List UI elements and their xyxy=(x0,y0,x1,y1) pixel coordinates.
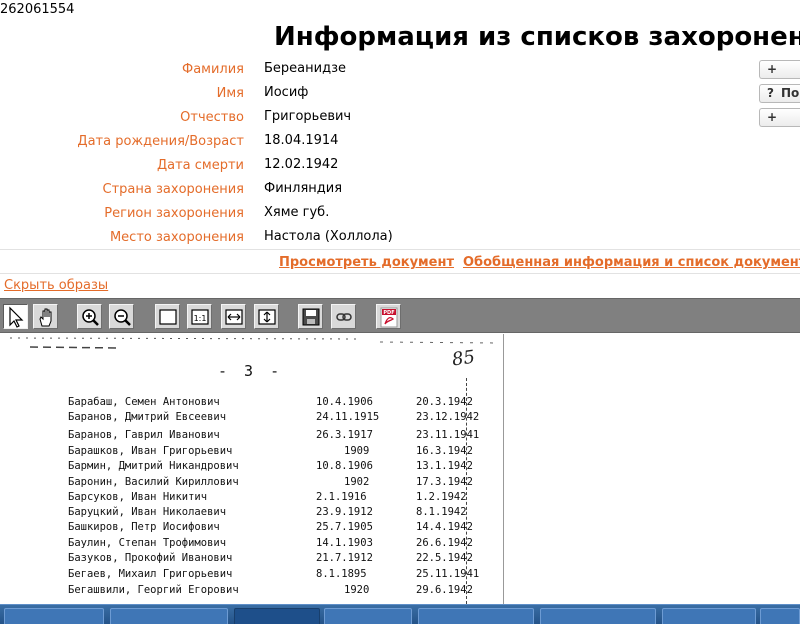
label-first-name: Имя xyxy=(216,86,244,101)
label-burial-place: Место захоронения xyxy=(109,230,244,245)
fit-width-icon xyxy=(225,309,243,325)
value-patronymic: Григорьевич xyxy=(264,109,352,124)
zoom-out-button[interactable] xyxy=(109,304,134,329)
fit-page-icon xyxy=(159,309,177,325)
floppy-disk-icon xyxy=(302,308,320,326)
zoom-out-icon xyxy=(114,309,131,326)
list-item: Бегашвили, Георгий Егорович 1920 29.6.1942 xyxy=(68,584,473,596)
divider xyxy=(0,273,800,274)
record-id: 262061554 xyxy=(0,2,75,17)
fit-height-icon xyxy=(258,309,276,325)
info-row-surname: Фамилия Береанидзе xyxy=(0,58,760,82)
hide-images-link[interactable]: Скрыть образы xyxy=(4,278,108,293)
taskbar-window[interactable] xyxy=(760,608,800,624)
summary-documents-link[interactable]: Обобщенная информация и список документо… xyxy=(463,255,800,270)
plus-icon: + xyxy=(767,110,778,124)
label-burial-country: Страна захоронения xyxy=(102,182,244,197)
taskbar-window[interactable] xyxy=(324,608,412,624)
document-image-viewer[interactable]: - 3 - 85 Барабаш, Семен Антонович 10.4.19… xyxy=(0,334,504,604)
burial-info-table: Фамилия Береанидзе Имя Иосиф Отчество Гр… xyxy=(0,58,760,250)
label-birth-date: Дата рождения/Возраст xyxy=(77,134,244,149)
list-item: Баранов, Дмитрий Евсеевич 24.11.1915 23.12… xyxy=(68,411,480,423)
info-row-patronymic: Отчество Григорьевич xyxy=(0,106,760,130)
label-burial-region: Регион захоронения xyxy=(104,206,244,221)
taskbar-window[interactable] xyxy=(540,608,656,624)
divider xyxy=(0,249,800,250)
fit-width-button[interactable] xyxy=(221,304,246,329)
os-taskbar xyxy=(0,604,800,624)
expand-button[interactable]: + xyxy=(759,60,800,79)
zoom-in-icon xyxy=(82,309,99,326)
handwritten-page-mark: 85 xyxy=(450,346,477,371)
svg-text:PDF: PDF xyxy=(383,310,394,316)
hand-icon xyxy=(39,308,52,327)
page-title: Информация из списков захоронения xyxy=(274,22,800,52)
value-birth-date: 18.04.1914 xyxy=(264,133,339,148)
svg-text:1:1: 1:1 xyxy=(194,314,207,323)
info-row-burial-place: Место захоронения Настола (Холлола) xyxy=(0,226,760,250)
info-row-death-date: Дата смерти 12.02.1942 xyxy=(0,154,760,178)
value-first-name: Иосиф xyxy=(264,85,309,100)
scan-edge-marks xyxy=(9,337,501,349)
zoom-in-button[interactable] xyxy=(77,304,102,329)
taskbar-window[interactable] xyxy=(662,608,756,624)
arrow-cursor-icon xyxy=(9,306,24,328)
save-button[interactable] xyxy=(298,304,323,329)
taskbar-window[interactable] xyxy=(110,608,228,624)
fit-page-button[interactable] xyxy=(155,304,180,329)
link-icon xyxy=(336,313,352,321)
label-patronymic: Отчество xyxy=(180,110,244,125)
page-number: - 3 - xyxy=(218,362,284,380)
expand-button-2[interactable]: + xyxy=(759,108,800,127)
pan-tool-button[interactable] xyxy=(33,304,58,329)
taskbar-window-active[interactable] xyxy=(234,608,320,624)
value-surname: Береанидзе xyxy=(264,61,346,76)
value-death-date: 12.02.1942 xyxy=(264,157,339,172)
help-button[interactable]: ? По xyxy=(759,84,800,103)
taskbar-window[interactable] xyxy=(4,608,104,624)
value-burial-country: Финляндия xyxy=(264,181,343,196)
actual-size-button[interactable]: 1:1 xyxy=(187,304,212,329)
info-row-burial-country: Страна захоронения Финляндия xyxy=(0,178,760,202)
help-button-label: По xyxy=(781,86,800,100)
value-burial-place: Настола (Холлола) xyxy=(264,229,393,244)
page-root: 262061554 Информация из списков захороне… xyxy=(0,0,800,624)
taskbar-window[interactable] xyxy=(418,608,534,624)
select-tool-button[interactable] xyxy=(3,304,28,329)
value-burial-region: Хяме губ. xyxy=(264,205,330,220)
info-row-first-name: Имя Иосиф xyxy=(0,82,760,106)
view-document-link[interactable]: Просмотреть документ xyxy=(279,255,454,270)
fit-height-button[interactable] xyxy=(254,304,279,329)
copy-link-button[interactable] xyxy=(331,304,356,329)
info-row-birth-date: Дата рождения/Возраст 18.04.1914 xyxy=(0,130,760,154)
pdf-icon: PDF xyxy=(380,307,398,328)
pdf-export-button[interactable]: PDF xyxy=(376,304,401,329)
actual-size-icon: 1:1 xyxy=(191,309,209,325)
question-icon: ? xyxy=(767,86,774,100)
plus-icon: + xyxy=(767,62,778,76)
image-viewer-toolbar: 1:1 PDF xyxy=(0,298,800,333)
label-death-date: Дата смерти xyxy=(156,158,244,173)
label-surname: Фамилия xyxy=(182,62,244,77)
info-row-burial-region: Регион захоронения Хяме губ. xyxy=(0,202,760,226)
